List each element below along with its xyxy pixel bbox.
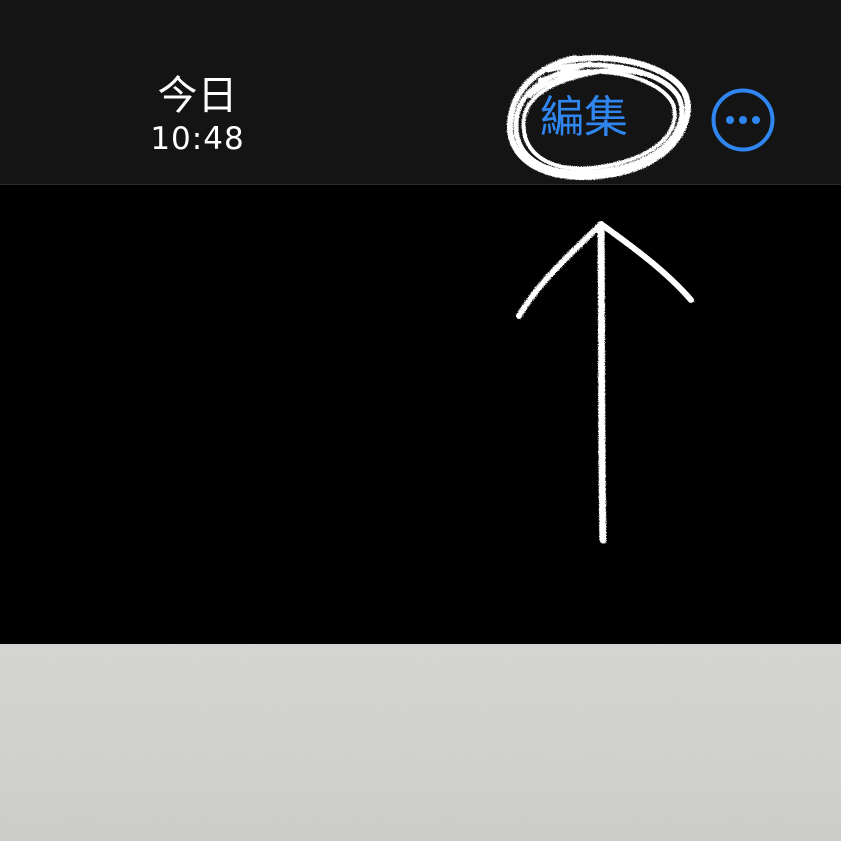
edit-button[interactable]: 編集 — [540, 92, 628, 144]
navigation-bar: 今日 10:48 編集 — [0, 0, 841, 185]
content-area — [0, 186, 841, 644]
navbar-title: 今日 10:48 — [120, 72, 275, 158]
more-options-button[interactable] — [711, 88, 775, 152]
title-time: 10:48 — [150, 121, 245, 157]
paper-texture — [0, 644, 841, 841]
title-date: 今日 — [157, 73, 238, 119]
paper-background — [0, 644, 841, 841]
ellipsis-circle-icon — [711, 88, 775, 152]
